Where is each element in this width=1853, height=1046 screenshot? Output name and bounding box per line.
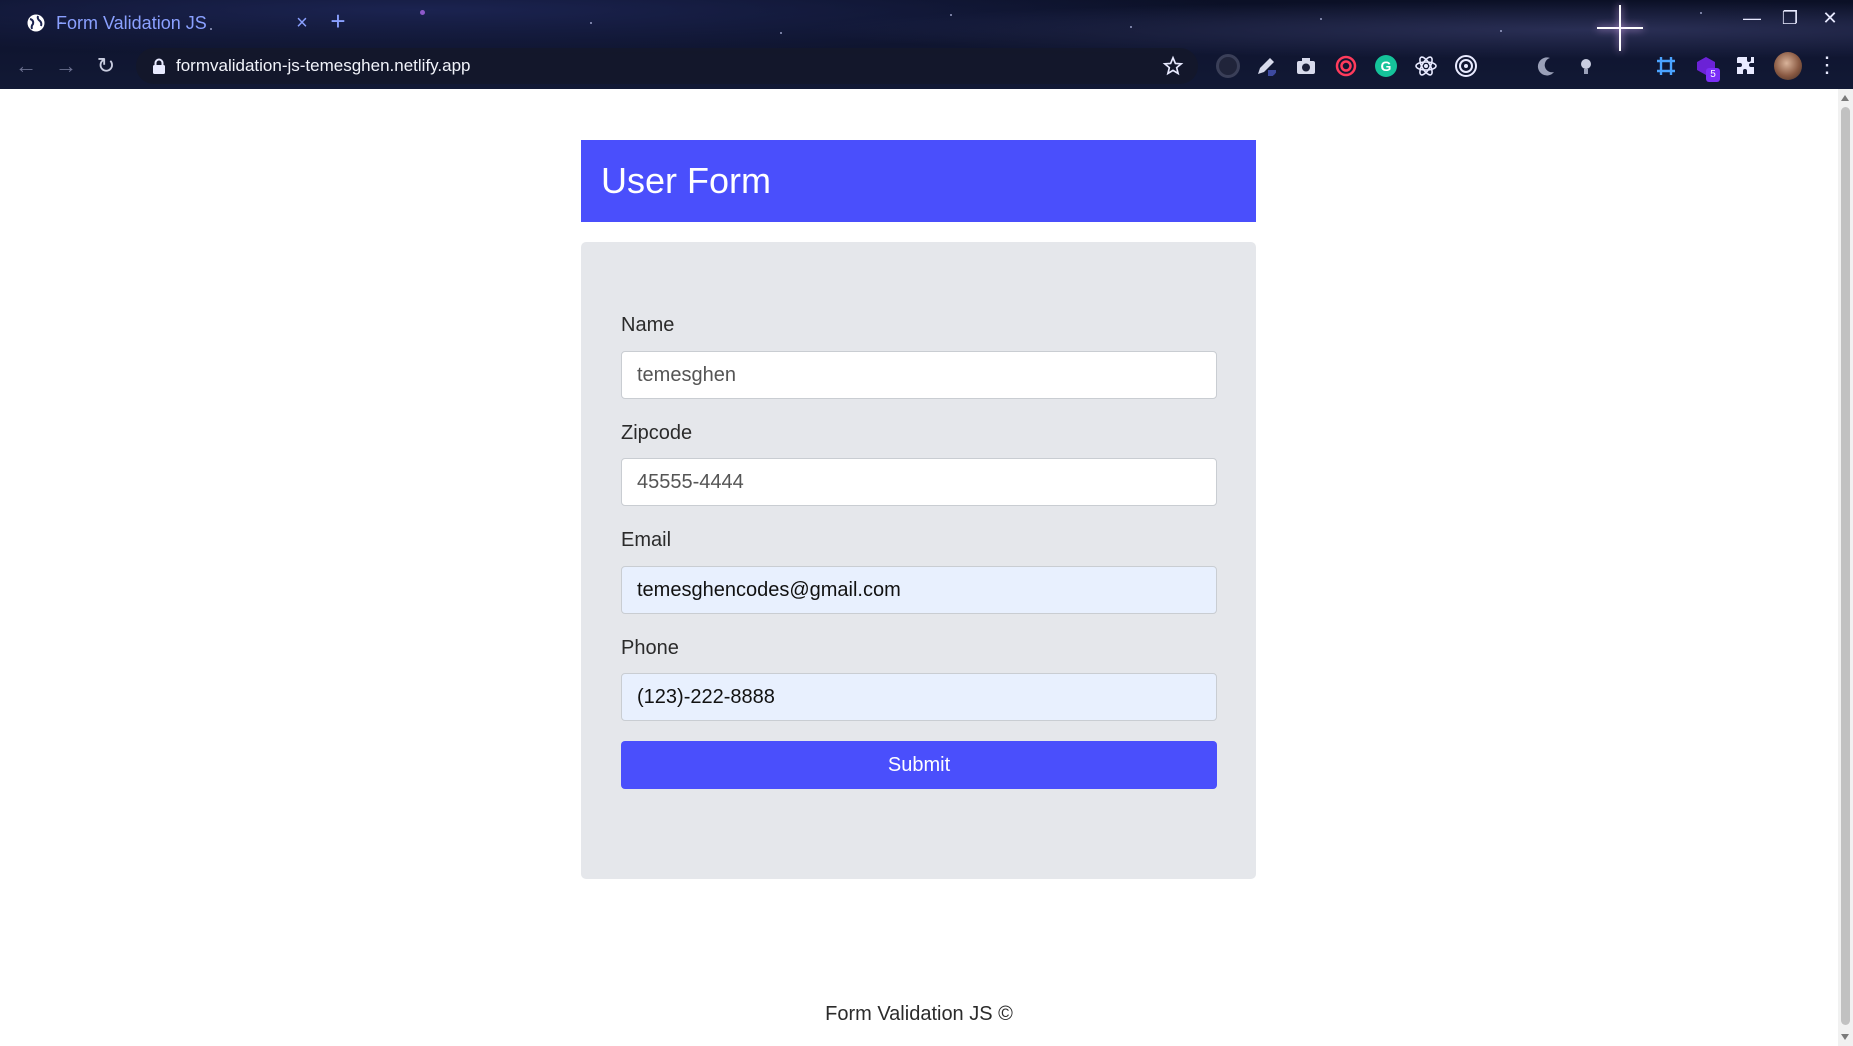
zipcode-label: Zipcode [621, 422, 693, 444]
zipcode-input[interactable] [621, 458, 1217, 506]
tab-title: Form Validation JS [56, 12, 207, 33]
background-star [590, 22, 592, 24]
tab-close-icon[interactable]: × [290, 12, 314, 35]
page-scrollbar[interactable] [1838, 89, 1853, 1046]
page-footer: Form Validation JS © [825, 1003, 1013, 1025]
phone-input[interactable] [621, 673, 1217, 721]
scrollbar-thumb[interactable] [1841, 107, 1850, 1025]
background-star [1130, 26, 1132, 28]
window-close-button[interactable]: ✕ [1818, 8, 1842, 29]
forward-button[interactable]: → [52, 52, 80, 80]
browser-tab-active[interactable]: Form Validation JS × [14, 6, 314, 40]
url-text: formvalidation-js-temesghen.netlify.app [176, 56, 471, 75]
star-flare [1600, 8, 1640, 48]
extensions-puzzle-icon[interactable] [1734, 54, 1758, 78]
background-star [1700, 12, 1702, 14]
browser-menu-icon[interactable]: ⋮ [1816, 52, 1838, 78]
name-label: Name [621, 314, 675, 336]
extension-count-badge: 5 [1706, 68, 1720, 82]
moon-extension-icon[interactable] [1534, 54, 1558, 78]
reload-button[interactable]: ↻ [92, 52, 120, 80]
new-tab-button[interactable]: + [326, 6, 350, 37]
email-label: Email [621, 529, 672, 551]
form-title: User Form [601, 160, 771, 201]
name-input[interactable] [621, 351, 1217, 399]
pen-extension-icon[interactable] [1254, 54, 1278, 78]
background-star [1500, 30, 1502, 32]
form-header: User Form [581, 140, 1256, 222]
profile-avatar[interactable] [1774, 52, 1802, 80]
lock-icon [153, 58, 165, 74]
svg-text:G: G [1381, 58, 1392, 74]
page-content: User Form Name Zipcode Email Phone Submi… [0, 89, 1838, 1046]
minimize-button[interactable]: — [1740, 8, 1764, 29]
camera-extension-icon[interactable] [1294, 54, 1318, 78]
bulb-extension-icon[interactable] [1574, 54, 1598, 78]
background-star [780, 32, 782, 34]
scroll-down-icon[interactable] [1841, 1034, 1849, 1040]
grammarly-extension-icon[interactable]: G [1374, 54, 1398, 78]
email-input[interactable] [621, 566, 1217, 614]
background-star [420, 10, 425, 15]
browser-chrome: Form Validation JS × + — ❐ ✕ ← → ↻ formv… [0, 0, 1853, 89]
target-extension-icon[interactable] [1454, 54, 1478, 78]
react-devtools-icon[interactable] [1414, 54, 1438, 78]
globe-icon [27, 14, 45, 32]
restore-button[interactable]: ❐ [1778, 8, 1802, 29]
phone-label: Phone [621, 637, 679, 659]
grid-extension-icon[interactable] [1654, 54, 1678, 78]
background-star [1320, 18, 1322, 20]
submit-button[interactable]: Submit [621, 741, 1217, 789]
scroll-up-icon[interactable] [1841, 95, 1849, 101]
record-extension-icon[interactable] [1216, 54, 1240, 78]
spiral-extension-icon[interactable] [1334, 54, 1358, 78]
bookmark-star-icon[interactable] [1162, 55, 1184, 77]
background-star [950, 14, 952, 16]
back-button[interactable]: ← [12, 52, 40, 80]
user-form: Name Zipcode Email Phone Submit [581, 242, 1256, 879]
address-bar[interactable]: formvalidation-js-temesghen.netlify.app [136, 48, 1198, 84]
